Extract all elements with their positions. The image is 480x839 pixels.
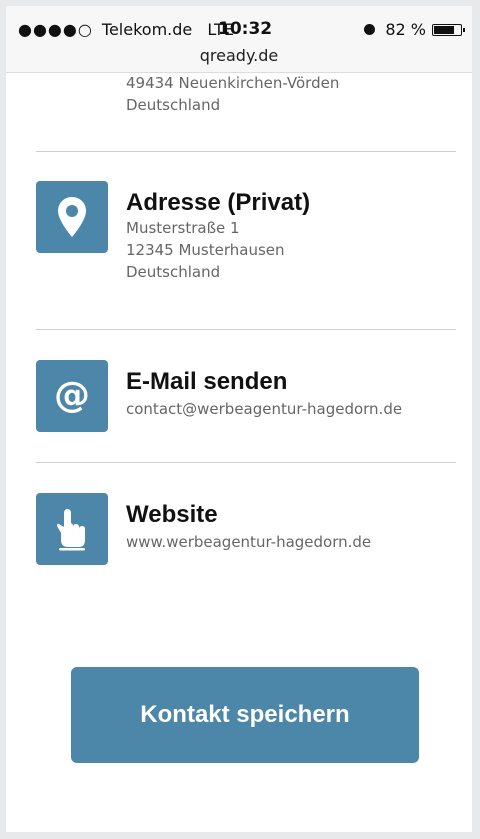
carrier-info: ●●●●○ Telekom.de LTE xyxy=(18,20,234,39)
website-title: Website xyxy=(126,501,218,528)
website-item[interactable]: Website www.werbeagentur-hagedorn.de xyxy=(36,493,456,567)
address-line: Musterstraße 1 xyxy=(126,219,240,237)
signal-strength-icon: ●●●●○ xyxy=(18,20,93,39)
address-line: 49434 Neuenkirchen-Vörden xyxy=(126,74,340,92)
divider xyxy=(36,151,456,152)
email-title: E-Mail senden xyxy=(126,368,288,395)
email-icon-box: @ xyxy=(36,360,108,432)
clock: 10:32 xyxy=(218,19,273,39)
divider xyxy=(36,329,456,330)
save-contact-button[interactable]: Kontakt speichern xyxy=(71,667,419,763)
pointing-hand-icon xyxy=(57,509,85,551)
phone-screen: ●●●●○ Telekom.de LTE 10:32 82 % qready.d… xyxy=(6,6,472,832)
address-line: Deutschland xyxy=(126,96,221,114)
at-sign-icon: @ xyxy=(54,375,90,416)
address-private-item[interactable]: Adresse (Privat) Musterstraße 1 12345 Mu… xyxy=(36,181,456,301)
battery-percent: 82 % xyxy=(385,20,426,39)
website-icon-box xyxy=(36,493,108,565)
alarm-clock-icon xyxy=(364,24,376,35)
status-bar: ●●●●○ Telekom.de LTE 10:32 82 % qready.d… xyxy=(6,6,472,73)
address-line: Deutschland xyxy=(126,263,221,281)
carrier-name: Telekom.de xyxy=(101,20,193,39)
previous-address: 49434 Neuenkirchen-Vörden Deutschland xyxy=(126,72,339,116)
map-pin-icon xyxy=(58,197,86,237)
battery-icon xyxy=(432,23,465,36)
status-right: 82 % xyxy=(364,20,465,39)
address-title: Adresse (Privat) xyxy=(126,189,311,216)
divider xyxy=(36,462,456,463)
address-icon-box xyxy=(36,181,108,253)
email-address: contact@werbeagentur-hagedorn.de xyxy=(126,400,403,418)
address-line: 12345 Musterhausen xyxy=(126,241,285,259)
url-bar[interactable]: qready.de xyxy=(6,46,472,65)
email-item[interactable]: @ E-Mail senden contact@werbeagentur-hag… xyxy=(36,360,456,434)
website-url: www.werbeagentur-hagedorn.de xyxy=(126,533,372,551)
